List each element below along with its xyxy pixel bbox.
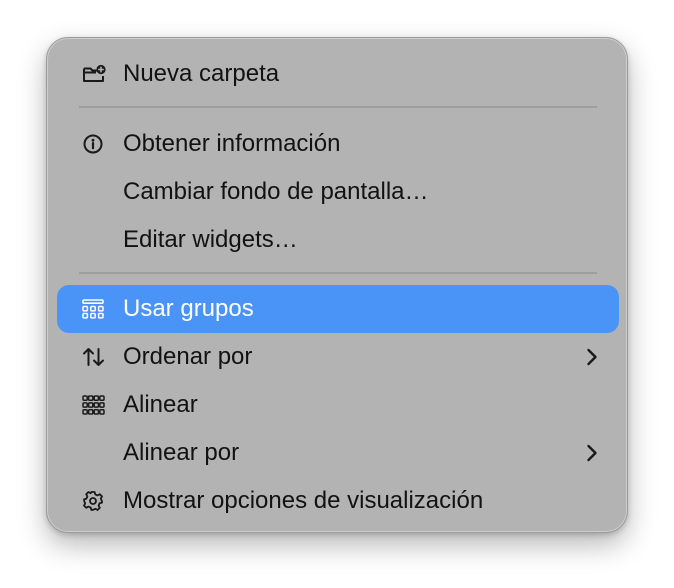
menu-item-label: Editar widgets… bbox=[123, 226, 298, 253]
menu-item-clean-up-by[interactable]: Alinear por bbox=[57, 429, 619, 477]
gear-icon bbox=[83, 491, 103, 511]
menu-item-label: Usar grupos bbox=[123, 295, 254, 322]
menu-item-use-stacks[interactable]: Usar grupos bbox=[57, 285, 619, 333]
chevron-right-icon bbox=[587, 444, 597, 462]
menu-item-label: Alinear por bbox=[123, 439, 240, 466]
menu-item-label: Mostrar opciones de visualización bbox=[123, 487, 484, 514]
menu-item-clean-up[interactable]: Alinear bbox=[57, 381, 619, 429]
menu-item-show-view-options[interactable]: Mostrar opciones de visualización bbox=[57, 477, 619, 525]
menu-item-label: Ordenar por bbox=[123, 343, 253, 370]
menu-item-label: Cambiar fondo de pantalla… bbox=[123, 178, 429, 205]
menu-item-get-info[interactable]: Obtener información bbox=[57, 120, 619, 168]
stacks-icon bbox=[82, 299, 104, 319]
info-icon bbox=[83, 134, 103, 154]
menu-separator bbox=[79, 106, 597, 108]
menu-separator bbox=[79, 272, 597, 274]
menu-item-label: Obtener información bbox=[123, 130, 341, 157]
sort-arrows-icon bbox=[83, 348, 104, 366]
menu-item-edit-widgets[interactable]: Editar widgets… bbox=[57, 216, 619, 264]
menu-item-label: Nueva carpeta bbox=[123, 60, 280, 87]
menu-item-sort-by[interactable]: Ordenar por bbox=[57, 333, 619, 381]
grid-icon bbox=[82, 395, 105, 415]
menu-item-change-wallpaper[interactable]: Cambiar fondo de pantalla… bbox=[57, 168, 619, 216]
chevron-right-icon bbox=[587, 348, 597, 366]
context-menu: Nueva carpeta Obtener información Cambia… bbox=[46, 37, 628, 533]
new-folder-icon bbox=[83, 64, 106, 82]
menu-item-new-folder[interactable]: Nueva carpeta bbox=[57, 50, 619, 98]
menu-item-label: Alinear bbox=[123, 391, 198, 418]
